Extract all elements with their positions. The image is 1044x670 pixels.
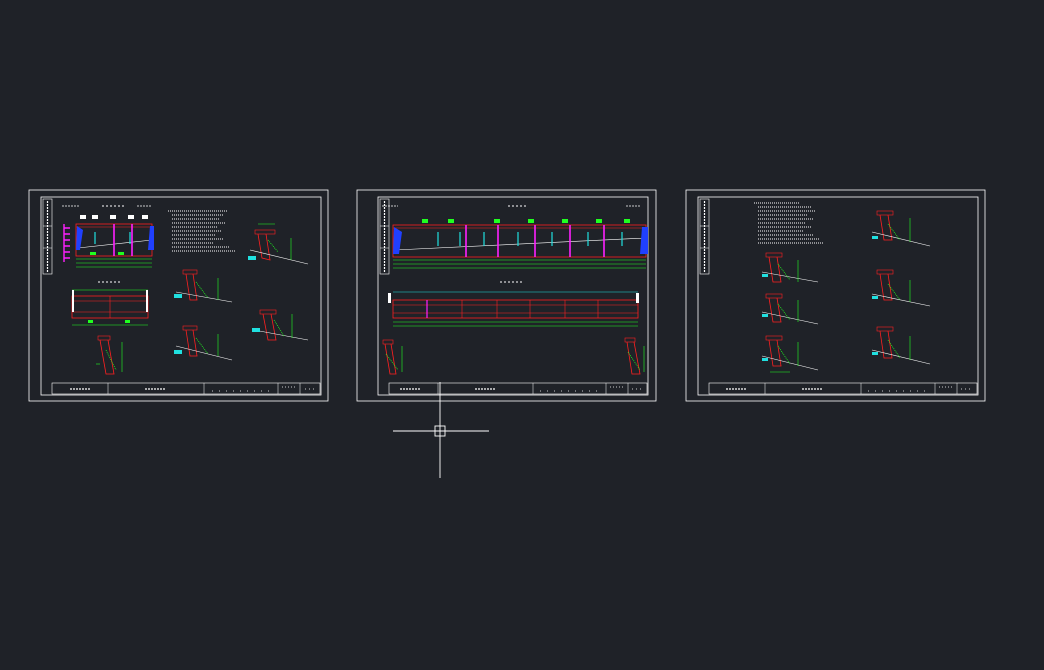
section-detail-6 bbox=[761, 335, 819, 373]
sheet-outer-border bbox=[685, 189, 986, 402]
section-detail-right bbox=[624, 337, 645, 375]
section-detail-1 bbox=[871, 210, 931, 247]
section-detail-3 bbox=[252, 309, 309, 341]
notes-block bbox=[168, 210, 236, 252]
sheet-inner-border bbox=[697, 196, 979, 396]
notes-block bbox=[754, 202, 824, 244]
plan-view bbox=[71, 281, 149, 326]
side-title-strip bbox=[42, 198, 53, 275]
title-block bbox=[388, 382, 648, 395]
side-title-strip bbox=[379, 198, 390, 275]
section-detail-5 bbox=[96, 335, 123, 375]
section-detail-3 bbox=[871, 269, 931, 307]
sheet-inner-border bbox=[377, 196, 649, 396]
elevation-view bbox=[382, 205, 648, 269]
section-detail-4 bbox=[761, 293, 819, 325]
drawing-sheet-3[interactable] bbox=[685, 189, 986, 402]
drawing-sheet-1[interactable] bbox=[28, 189, 329, 402]
section-detail-4 bbox=[174, 325, 233, 361]
title-block bbox=[51, 382, 321, 395]
section-detail-2 bbox=[761, 252, 819, 283]
crosshair-cursor-icon bbox=[393, 382, 489, 478]
section-detail-1 bbox=[248, 223, 309, 265]
drawing-canvas[interactable] bbox=[0, 0, 1044, 670]
section-detail-left bbox=[382, 339, 403, 375]
drawing-sheet-2[interactable] bbox=[356, 189, 657, 402]
title-block bbox=[708, 382, 978, 395]
section-detail-5 bbox=[871, 326, 931, 365]
elevation-view bbox=[62, 205, 154, 268]
side-title-strip bbox=[699, 198, 710, 275]
plan-view bbox=[388, 281, 639, 327]
section-detail-2 bbox=[174, 269, 233, 303]
